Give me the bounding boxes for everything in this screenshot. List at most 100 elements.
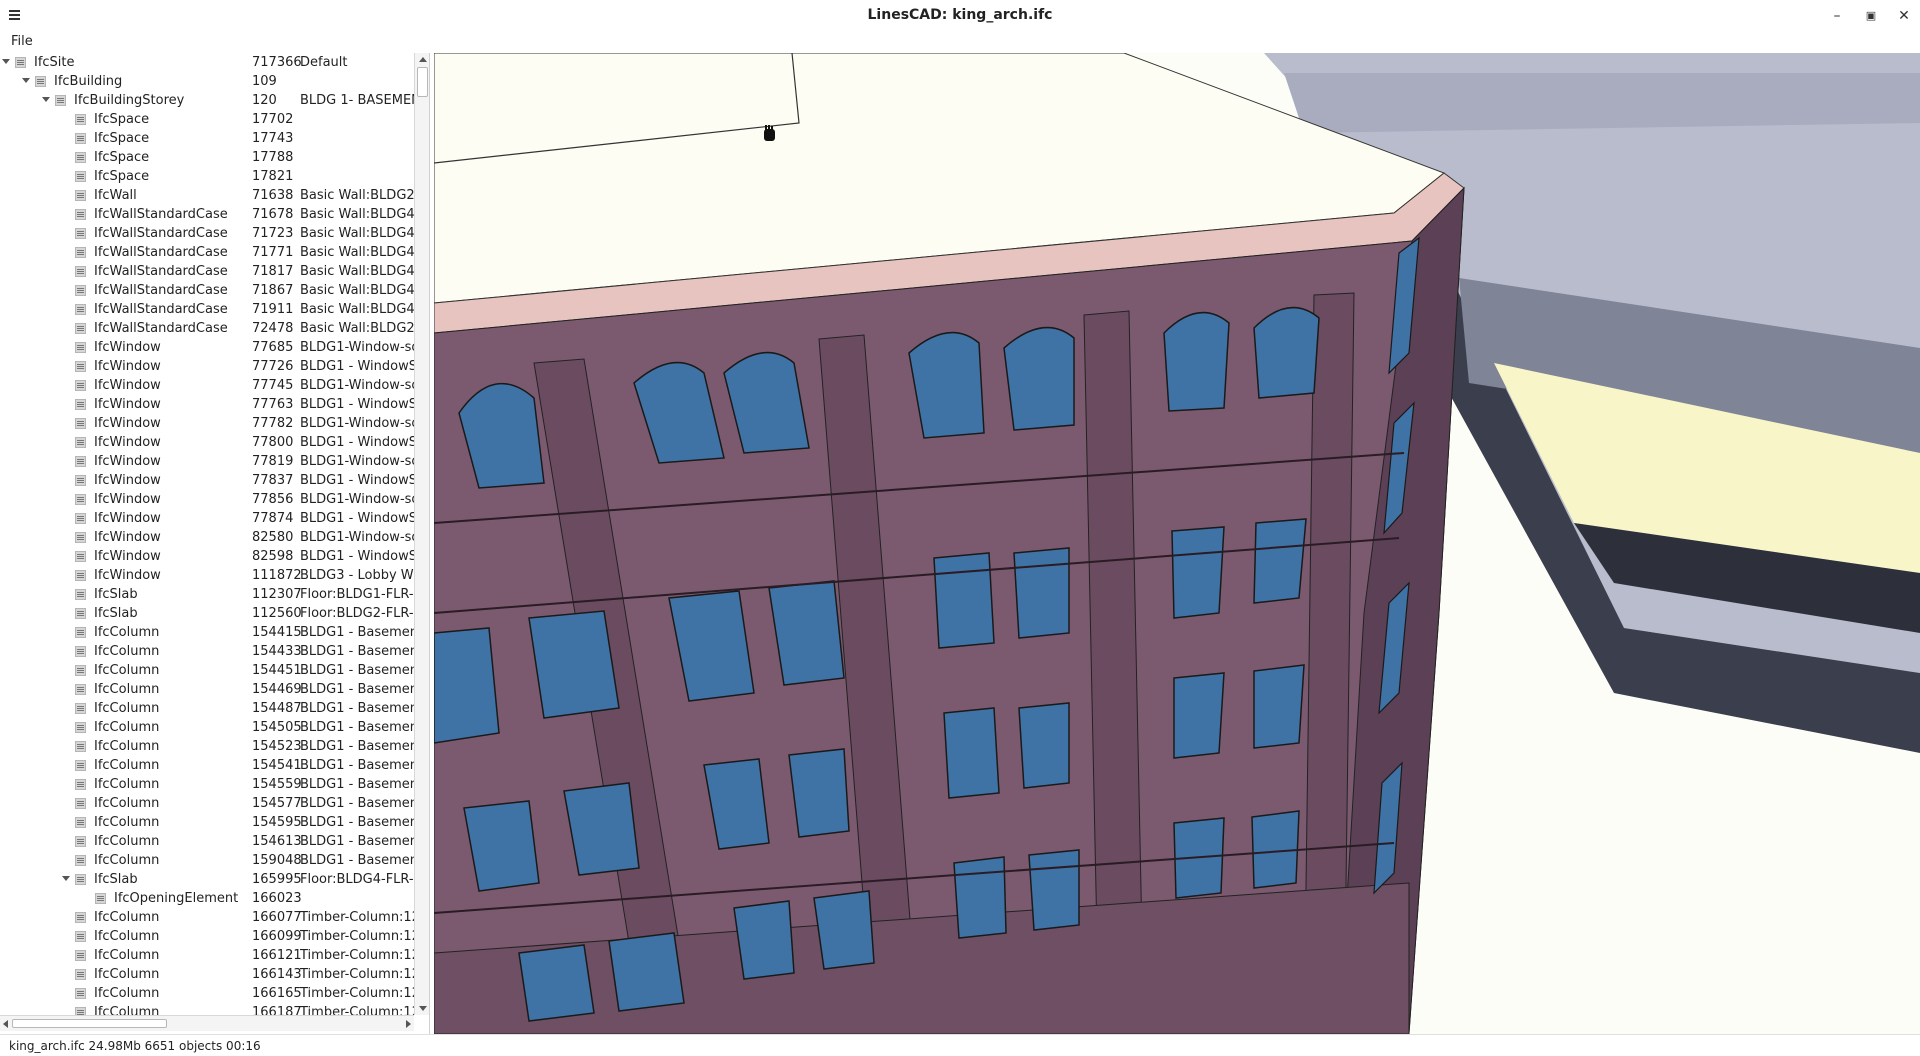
tree-row-name: IfcWindow: [94, 568, 161, 583]
tree-row[interactable]: IfcSlab 112560Floor:BLDG2-FLR-Ge: [0, 604, 414, 623]
hamburger-menu-icon[interactable]: [8, 7, 24, 23]
tree-row[interactable]: IfcWallStandardCase 71911 Basic Wall:BLDG4…: [0, 300, 414, 319]
tree-row-description: Timber-Column:12x1: [300, 948, 414, 963]
tree-row[interactable]: IfcWindow 77856 BLDG1-Window-sout: [0, 490, 414, 509]
minimize-icon[interactable]: –: [1824, 6, 1850, 26]
tree-row[interactable]: IfcColumn 154613BLDG1 - Basement C: [0, 832, 414, 851]
tree-row[interactable]: IfcColumn 154595BLDG1 - Basement C: [0, 813, 414, 832]
tree-row[interactable]: IfcColumn 166143Timber-Column:12x1: [0, 965, 414, 984]
tree-row-description: Basic Wall:BLDG4 - F: [300, 283, 414, 298]
tree-row-name: IfcBuildingStorey: [74, 93, 185, 108]
tree-row-description: Default: [300, 55, 348, 70]
tree-row[interactable]: IfcColumn 166121Timber-Column:12x1: [0, 946, 414, 965]
ifc-entity-icon: [75, 304, 86, 315]
tree-row-name: IfcWindow: [94, 511, 161, 526]
tree-row[interactable]: IfcWindow 77763 BLDG1 - WindowSill -: [0, 395, 414, 414]
tree-row-name: IfcWall: [94, 188, 137, 203]
close-icon[interactable]: ✕: [1891, 6, 1917, 26]
title-bar: LinesCAD: king_arch.ifc – ▣ ✕: [0, 0, 1920, 32]
tree-row[interactable]: IfcWallStandardCase 72478 Basic Wall:BLDG2…: [0, 319, 414, 338]
tree-row[interactable]: IfcWindow 77874 BLDG1 - WindowSill -: [0, 509, 414, 528]
tree-row[interactable]: IfcSpace 17788: [0, 148, 414, 167]
ifc-entity-icon: [75, 171, 86, 182]
expand-arrow-icon[interactable]: [42, 97, 50, 102]
tree-row[interactable]: IfcWindow 77726 BLDG1 - WindowSill -: [0, 357, 414, 376]
tree-row[interactable]: IfcWindow 77819 BLDG1-Window-sout: [0, 452, 414, 471]
vertical-scroll-thumb[interactable]: [417, 67, 428, 97]
tree-row-description: BLDG1 - Basement C: [300, 777, 414, 792]
tree-row[interactable]: IfcBuilding 109: [0, 72, 414, 91]
horizontal-scrollbar[interactable]: [0, 1015, 414, 1031]
tree-row[interactable]: IfcSlab 112307Floor:BLDG1-FLR-Ge: [0, 585, 414, 604]
horizontal-scroll-thumb[interactable]: [12, 1019, 167, 1028]
tree-row-id: 154505: [252, 720, 302, 735]
tree-row[interactable]: IfcColumn 166099Timber-Column:12x1: [0, 927, 414, 946]
window-title: LinesCAD: king_arch.ifc: [867, 7, 1053, 23]
tree-row[interactable]: IfcWindow 111872BLDG3 - Lobby Wind: [0, 566, 414, 585]
tree-row[interactable]: IfcWallStandardCase 71867 Basic Wall:BLDG4…: [0, 281, 414, 300]
tree-row[interactable]: IfcColumn 154433BLDG1 - Basement C: [0, 642, 414, 661]
3d-viewport[interactable]: [434, 53, 1920, 1034]
scroll-up-icon[interactable]: [419, 57, 427, 62]
tree-row[interactable]: IfcWindow 77837 BLDG1 - WindowSill -: [0, 471, 414, 490]
expand-arrow-icon[interactable]: [2, 59, 10, 64]
tree-row[interactable]: IfcColumn 154469BLDG1 - Basement C: [0, 680, 414, 699]
scroll-right-icon[interactable]: [406, 1020, 411, 1028]
tree-row-description: Floor:BLDG2-FLR-Ge: [300, 606, 414, 621]
menu-file[interactable]: File: [7, 33, 37, 50]
tree-row[interactable]: IfcColumn 159048BLDG1 - Basement C: [0, 851, 414, 870]
tree-row[interactable]: IfcSlab 165995Floor:BLDG4-FLR-Ge: [0, 870, 414, 889]
ifc-entity-icon: [75, 456, 86, 467]
ifc-entity-icon: [75, 684, 86, 695]
model-tree[interactable]: IfcSite 717366 Default IfcBuilding 109 IfcBui…: [0, 53, 414, 1015]
tree-row[interactable]: IfcSpace 17743: [0, 129, 414, 148]
tree-row-name: IfcSpace: [94, 169, 150, 184]
maximize-icon[interactable]: ▣: [1858, 6, 1884, 26]
ifc-entity-icon: [75, 570, 86, 581]
tree-row[interactable]: IfcWindow 77685 BLDG1-Window-sout: [0, 338, 414, 357]
ifc-entity-icon: [75, 874, 86, 885]
tree-row[interactable]: IfcWallStandardCase 71678 Basic Wall:BLDG4…: [0, 205, 414, 224]
tree-row[interactable]: IfcColumn 166187Timber-Column:12x1: [0, 1003, 414, 1015]
tree-row[interactable]: IfcColumn 154577BLDG1 - Basement C: [0, 794, 414, 813]
tree-row[interactable]: IfcColumn 154451BLDG1 - Basement C: [0, 661, 414, 680]
expand-arrow-icon[interactable]: [22, 78, 30, 83]
building-model-render[interactable]: [434, 53, 1920, 1034]
tree-row[interactable]: IfcOpeningElement 166023: [0, 889, 414, 908]
expand-arrow-icon[interactable]: [62, 876, 70, 881]
tree-row[interactable]: IfcColumn 154523BLDG1 - Basement C: [0, 737, 414, 756]
tree-row-id: 77745: [252, 378, 294, 393]
tree-row-description: BLDG1-Window-sout: [300, 454, 414, 469]
tree-row[interactable]: IfcColumn 166165Timber-Column:12x1: [0, 984, 414, 1003]
tree-row[interactable]: IfcWallStandardCase 71771 Basic Wall:BLDG4…: [0, 243, 414, 262]
tree-row[interactable]: IfcSpace 17821: [0, 167, 414, 186]
tree-row-id: 166165: [252, 986, 302, 1001]
tree-row[interactable]: IfcWindow 77745 BLDG1-Window-sout: [0, 376, 414, 395]
tree-row[interactable]: IfcWindow 82598 BLDG1 - WindowSill -: [0, 547, 414, 566]
ifc-entity-icon: [75, 703, 86, 714]
tree-row[interactable]: IfcWallStandardCase 71723 Basic Wall:BLDG4…: [0, 224, 414, 243]
tree-row-id: 154523: [252, 739, 302, 754]
tree-row[interactable]: IfcBuildingStorey 120 BLDG 1- BASEMENT: [0, 91, 414, 110]
tree-row-name: IfcColumn: [94, 777, 160, 792]
neighbor-roof-band: [1284, 73, 1920, 133]
tree-row-id: 154469: [252, 682, 302, 697]
tree-row[interactable]: IfcSpace 17702: [0, 110, 414, 129]
tree-row[interactable]: IfcWall 71638 Basic Wall:BLDG2 - F: [0, 186, 414, 205]
tree-row[interactable]: IfcWindow 82580 BLDG1-Window-sout: [0, 528, 414, 547]
scroll-down-icon[interactable]: [419, 1006, 427, 1011]
tree-row[interactable]: IfcColumn 154541BLDG1 - Basement C: [0, 756, 414, 775]
tree-row-id: 77819: [252, 454, 294, 469]
tree-row[interactable]: IfcWallStandardCase 71817 Basic Wall:BLDG4…: [0, 262, 414, 281]
tree-row[interactable]: IfcColumn 154505BLDG1 - Basement C: [0, 718, 414, 737]
tree-row[interactable]: IfcColumn 154559BLDG1 - Basement C: [0, 775, 414, 794]
tree-row[interactable]: IfcSite 717366 Default: [0, 53, 414, 72]
tree-row[interactable]: IfcColumn 154415BLDG1 - Basement C: [0, 623, 414, 642]
tree-row[interactable]: IfcWindow 77800 BLDG1 - WindowSill -: [0, 433, 414, 452]
vertical-scrollbar[interactable]: [414, 53, 429, 1015]
tree-row[interactable]: IfcWindow 77782 BLDG1-Window-sout: [0, 414, 414, 433]
scroll-left-icon[interactable]: [3, 1020, 8, 1028]
tree-row-id: 77782: [252, 416, 294, 431]
tree-row[interactable]: IfcColumn 166077Timber-Column:12x1: [0, 908, 414, 927]
tree-row[interactable]: IfcColumn 154487BLDG1 - Basement C: [0, 699, 414, 718]
